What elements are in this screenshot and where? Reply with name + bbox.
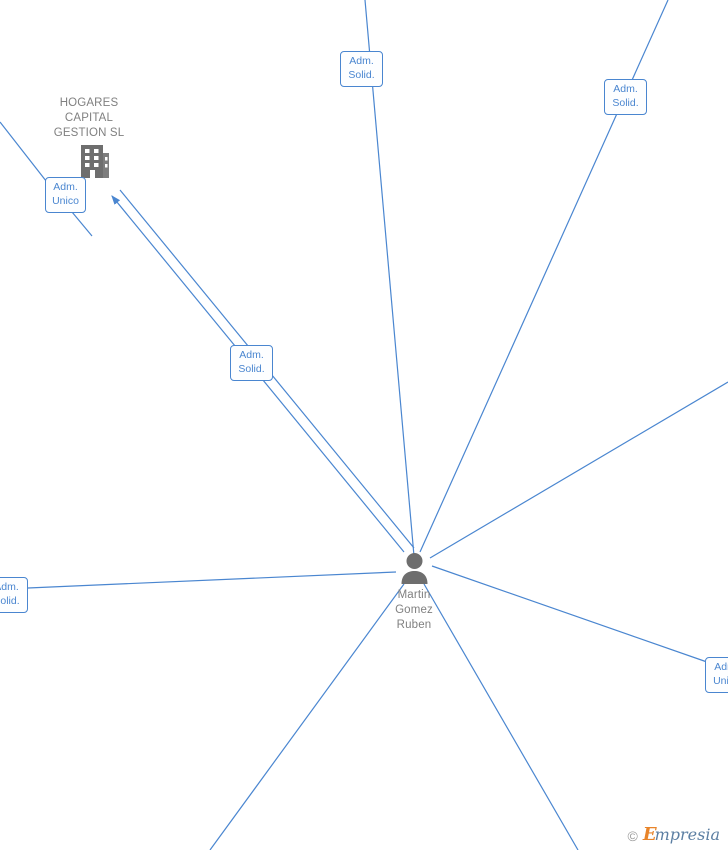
edge-line [71,211,93,237]
edge-line [27,571,397,589]
relation-label-adm-solid-mid[interactable]: Adm. Solid. [230,345,273,381]
relation-label-adm-unico-hogares[interactable]: Adm. Unico [45,177,86,213]
relation-label-adm-unico-right-clipped[interactable]: Adm. Unico [705,657,728,693]
node-label-person: Martin Gomez Ruben [395,589,433,631]
edge-line [429,381,728,559]
building-icon [81,145,109,178]
empresia-watermark: © Empresia [628,826,720,845]
node-label-company: HOGARES CAPITAL GESTION SL [53,97,125,139]
relation-label-adm-solid-top[interactable]: Adm. Solid. [340,51,383,87]
node-company-hogares-capital-gestion[interactable] [78,144,111,180]
brand-name: mpresia [654,825,720,844]
network-graph-canvas[interactable]: HOGARES CAPITAL GESTION SL Martin Gomez … [0,0,728,850]
copyright-symbol: © [627,827,638,844]
person-icon [401,553,428,584]
edge-line [431,565,708,663]
relation-label-adm-solid-left-clipped[interactable]: Adm. Solid. [0,577,28,613]
node-person-martin-gomez-ruben[interactable] [400,552,429,584]
relation-label-adm-solid-top-right[interactable]: Adm. Solid. [604,79,647,115]
